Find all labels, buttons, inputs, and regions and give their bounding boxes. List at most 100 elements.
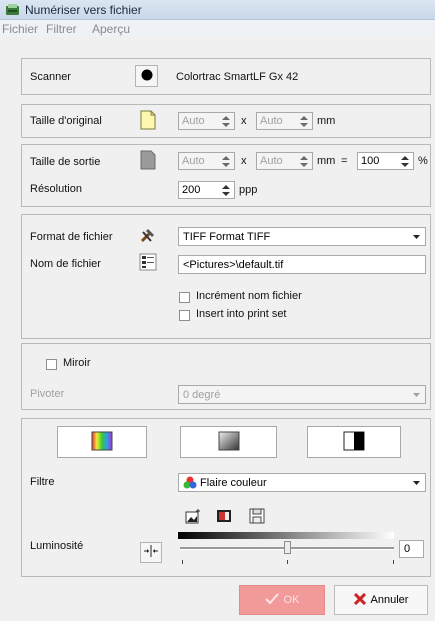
rotate-value: 0 degré bbox=[183, 389, 221, 401]
resolution-unit: ppp bbox=[239, 184, 258, 196]
brightness-gradient-bar bbox=[178, 532, 394, 539]
image-adjust-icon[interactable] bbox=[215, 507, 232, 524]
increment-label: Incrément nom fichier bbox=[196, 290, 302, 302]
output-scale-unit: % bbox=[418, 155, 428, 167]
mirror-label: Miroir bbox=[63, 357, 91, 369]
menu-fichier[interactable]: Fichier bbox=[2, 22, 38, 36]
spin-arrows-icon[interactable] bbox=[219, 154, 234, 169]
scanner-panel: Scanner Colortrac SmartLF Gx 42 bbox=[21, 58, 431, 95]
menu-bar: Fichier Filtrer Aperçu bbox=[0, 20, 435, 37]
output-width-stepper[interactable]: Auto bbox=[178, 152, 235, 170]
mirror-checkbox[interactable] bbox=[46, 359, 57, 370]
ok-button[interactable]: OK bbox=[239, 585, 325, 615]
file-name-value: <Pictures>\default.tif bbox=[183, 259, 284, 271]
record-dot-icon bbox=[141, 69, 153, 84]
output-width-value: Auto bbox=[182, 155, 205, 167]
original-size-panel: Taille d'original Auto x Auto mm bbox=[21, 104, 431, 138]
cross-icon bbox=[353, 592, 366, 608]
output-size-panel: Taille de sortie Auto x Auto mm = 100 % … bbox=[21, 144, 431, 207]
scanner-app-icon bbox=[6, 3, 19, 16]
file-format-dropdown[interactable]: TIFF Format TIFF bbox=[178, 227, 426, 246]
output-size-sep: x bbox=[241, 155, 247, 167]
scanner-label: Scanner bbox=[30, 71, 71, 83]
output-size-equals: = bbox=[341, 155, 348, 167]
image-panel: Filtre Flaire couleur Luminosité 0 bbox=[21, 418, 431, 577]
orientation-panel: Miroir Pivoter 0 degré bbox=[21, 343, 431, 410]
color-mode-button[interactable] bbox=[57, 426, 147, 458]
chevron-down-icon[interactable] bbox=[410, 230, 423, 243]
brightness-slider-thumb[interactable] bbox=[284, 541, 291, 554]
spin-arrows-icon[interactable] bbox=[297, 154, 312, 169]
yellow-page-icon bbox=[140, 110, 156, 133]
file-name-button[interactable] bbox=[136, 252, 159, 274]
file-panel: Format de fichier TIFF Format TIFF Nom d… bbox=[21, 214, 431, 339]
file-name-label: Nom de fichier bbox=[30, 258, 101, 270]
resolution-label: Résolution bbox=[30, 183, 82, 195]
scanner-select-button[interactable] bbox=[135, 65, 158, 87]
output-scale-value: 100 bbox=[361, 155, 380, 167]
filter-value: Flaire couleur bbox=[200, 477, 267, 489]
chevron-down-icon[interactable] bbox=[410, 476, 423, 489]
tools-icon bbox=[139, 226, 157, 247]
filter-label: Filtre bbox=[30, 476, 55, 488]
cancel-label: Annuler bbox=[370, 594, 409, 606]
rotate-label: Pivoter bbox=[30, 388, 65, 400]
spin-arrows-icon[interactable] bbox=[297, 114, 312, 129]
original-height-value: Auto bbox=[260, 115, 283, 127]
grayscale-mode-button[interactable] bbox=[180, 426, 277, 458]
increment-checkbox[interactable] bbox=[179, 292, 190, 303]
original-height-stepper[interactable]: Auto bbox=[256, 112, 313, 130]
original-size-button[interactable] bbox=[136, 110, 159, 132]
title-bar: Numériser vers fichier bbox=[0, 0, 435, 20]
black-white-icon bbox=[343, 431, 365, 454]
gray-page-icon bbox=[140, 150, 156, 173]
file-name-input[interactable]: <Pictures>\default.tif bbox=[178, 255, 426, 274]
file-format-value: TIFF Format TIFF bbox=[183, 231, 271, 243]
rotate-dropdown[interactable]: 0 degré bbox=[178, 385, 426, 404]
color-spectrum-icon bbox=[91, 431, 113, 454]
insert-print-set-checkbox[interactable] bbox=[179, 310, 190, 321]
brightness-value: 0 bbox=[404, 543, 411, 555]
original-size-unit: mm bbox=[317, 115, 336, 127]
insert-print-set-label: Insert into print set bbox=[196, 308, 287, 320]
original-size-label: Taille d'original bbox=[30, 115, 102, 127]
output-size-label: Taille de sortie bbox=[30, 156, 101, 168]
brightness-tick-mid bbox=[287, 560, 288, 564]
center-arrows-icon bbox=[144, 545, 158, 560]
brightness-reset-button[interactable] bbox=[140, 542, 162, 563]
brightness-tick-right bbox=[393, 560, 394, 564]
original-width-value: Auto bbox=[182, 115, 205, 127]
spin-arrows-icon[interactable] bbox=[398, 154, 413, 169]
brightness-label: Luminosité bbox=[30, 540, 84, 552]
grayscale-gradient-icon bbox=[218, 431, 240, 454]
bw-mode-button[interactable] bbox=[307, 426, 401, 458]
window-title: Numériser vers fichier bbox=[25, 3, 142, 17]
output-height-value: Auto bbox=[260, 155, 283, 167]
file-name-template-icon bbox=[139, 253, 157, 274]
brightness-value-input[interactable]: 0 bbox=[399, 540, 424, 558]
original-size-sep: x bbox=[241, 115, 247, 127]
output-scale-stepper[interactable]: 100 bbox=[357, 152, 414, 170]
original-width-stepper[interactable]: Auto bbox=[178, 112, 235, 130]
menu-apercu[interactable]: Aperçu bbox=[92, 22, 130, 36]
filter-color-icon bbox=[183, 476, 197, 493]
spin-arrows-icon[interactable] bbox=[219, 183, 234, 198]
cancel-button[interactable]: Annuler bbox=[334, 585, 428, 615]
file-format-label: Format de fichier bbox=[30, 231, 113, 243]
output-size-unit: mm bbox=[317, 155, 336, 167]
auto-adjust-icon[interactable] bbox=[184, 507, 201, 524]
chevron-down-icon[interactable] bbox=[410, 388, 423, 401]
spin-arrows-icon[interactable] bbox=[219, 114, 234, 129]
scanner-name: Colortrac SmartLF Gx 42 bbox=[176, 71, 299, 83]
output-height-stepper[interactable]: Auto bbox=[256, 152, 313, 170]
brightness-tick-left bbox=[182, 560, 183, 564]
output-size-button[interactable] bbox=[136, 150, 159, 172]
menu-filtrer[interactable]: Filtrer bbox=[46, 22, 77, 36]
resolution-value: 200 bbox=[182, 184, 201, 196]
file-format-button[interactable] bbox=[136, 225, 159, 247]
ok-label: OK bbox=[283, 594, 300, 606]
checkmark-icon bbox=[264, 592, 279, 608]
save-icon[interactable] bbox=[248, 507, 265, 524]
filter-dropdown[interactable]: Flaire couleur bbox=[178, 473, 426, 492]
resolution-stepper[interactable]: 200 bbox=[178, 181, 235, 199]
